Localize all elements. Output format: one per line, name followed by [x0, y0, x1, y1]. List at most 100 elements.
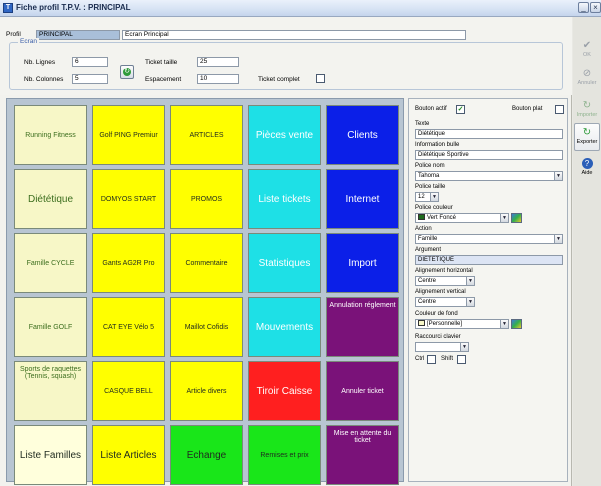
apply-grid-button[interactable]: ↻: [120, 65, 134, 79]
title-bar: T Fiche profil T.P.V. : PRINCIPAL _ ×: [0, 0, 601, 17]
tile-button[interactable]: Commentaire: [170, 233, 243, 293]
tile-button[interactable]: Echange: [170, 425, 243, 485]
tile-label: Golf PING Premiur: [99, 131, 158, 139]
tile-label: Mise en attente du ticket: [333, 430, 392, 444]
tile-label: Liste Familles: [19, 449, 82, 461]
tile-button[interactable]: Mouvements: [248, 297, 321, 357]
ticket-complet-checkbox[interactable]: [316, 74, 325, 83]
app-icon: T: [3, 3, 13, 13]
tile-button[interactable]: Sports de raquettes (Tennis, squash): [14, 361, 87, 421]
tile-label: Internet: [345, 193, 380, 205]
police-nom-label: Police nom: [415, 163, 445, 169]
bouton-actif-checkbox[interactable]: ✓: [456, 105, 465, 114]
info-bulle-field[interactable]: Diététique Sportive: [415, 150, 563, 160]
color-picker-icon[interactable]: [511, 213, 522, 223]
minimize-button[interactable]: _: [578, 2, 589, 13]
profil-label: Profil: [6, 31, 21, 38]
tile-label: Diététique: [27, 193, 74, 205]
nb-colonnes-label: Nb. Colonnes: [24, 76, 64, 83]
tile-button[interactable]: Mise en attente du ticket: [326, 425, 399, 485]
tile-button[interactable]: CASQUE BELL: [92, 361, 165, 421]
nb-lignes-field[interactable]: 6: [72, 57, 108, 67]
tile-button[interactable]: Statistiques: [248, 233, 321, 293]
police-couleur-label: Police couleur: [415, 205, 453, 211]
tile-label: CASQUE BELL: [104, 387, 153, 395]
ok-button[interactable]: ✔ OK: [574, 37, 600, 65]
tile-button[interactable]: Internet: [326, 169, 399, 229]
align-h-value: Centre: [418, 278, 437, 284]
nb-colonnes-field[interactable]: 5: [72, 74, 108, 84]
couleur-fond-select[interactable]: [Personnelle] ▼: [415, 319, 509, 329]
tile-button[interactable]: PROMOS: [170, 169, 243, 229]
profil-code-field[interactable]: PRINCIPAL: [36, 30, 120, 40]
tile-label: Running Fitness: [25, 131, 76, 139]
texte-field[interactable]: Diététique: [415, 129, 563, 139]
police-couleur-select[interactable]: Vert Foncé ▼: [415, 213, 509, 223]
profil-name-field[interactable]: Ecran Principal: [122, 30, 466, 40]
tile-label: Annuler ticket: [341, 387, 384, 395]
align-h-label: Alignement horizontal: [415, 268, 473, 274]
check-icon: ✔: [582, 40, 592, 51]
espacement-field[interactable]: 10: [197, 74, 239, 84]
ticket-taille-label: Ticket taille: [145, 59, 178, 66]
tile-button[interactable]: Annulation réglement: [326, 297, 399, 357]
tile-button[interactable]: CAT EYE Vélo 5: [92, 297, 165, 357]
ctrl-checkbox[interactable]: [427, 355, 436, 364]
couleur-fond-label: Couleur de fond: [415, 311, 458, 317]
tile-button[interactable]: Clients: [326, 105, 399, 165]
color-swatch: [418, 320, 425, 326]
importer-label: Importer: [576, 112, 598, 118]
shift-checkbox[interactable]: [457, 355, 466, 364]
action-select[interactable]: Famille ▼: [415, 234, 563, 244]
raccourci-select[interactable]: ▼: [415, 342, 469, 352]
color-picker-icon[interactable]: [511, 319, 522, 329]
annuler-button[interactable]: ⊘ Annuler: [574, 65, 600, 93]
police-taille-select[interactable]: 12 ▼: [415, 192, 439, 202]
refresh-icon: ↻: [123, 68, 131, 76]
chevron-down-icon: ▼: [466, 298, 474, 306]
argument-field[interactable]: DIETETIQUE: [415, 255, 563, 265]
raccourci-label: Raccourci clavier: [415, 334, 461, 340]
ticket-taille-field[interactable]: 25: [197, 57, 239, 67]
tile-button[interactable]: Pièces vente: [248, 105, 321, 165]
bouton-plat-checkbox[interactable]: [555, 105, 564, 114]
tile-button[interactable]: Famille CYCLE: [14, 233, 87, 293]
action-value: Famille: [418, 236, 438, 242]
tile-button[interactable]: Diététique: [14, 169, 87, 229]
tile-button[interactable]: Famille GOLF: [14, 297, 87, 357]
tile-button[interactable]: Article divers: [170, 361, 243, 421]
align-v-value: Centre: [418, 299, 437, 305]
align-h-select[interactable]: Centre ▼: [415, 276, 475, 286]
tile-label: Clients: [347, 129, 378, 141]
chevron-down-icon: ▼: [460, 343, 468, 351]
close-button[interactable]: ×: [590, 2, 601, 13]
tile-button[interactable]: Running Fitness: [14, 105, 87, 165]
align-v-select[interactable]: Centre ▼: [415, 297, 475, 307]
tile-button[interactable]: Golf PING Premiur: [92, 105, 165, 165]
tile-button[interactable]: Remises et prix: [248, 425, 321, 485]
export-icon: ↻: [582, 127, 592, 138]
police-nom-select[interactable]: Tahoma ▼: [415, 171, 563, 181]
tile-button[interactable]: DOMYOS START: [92, 169, 165, 229]
tile-button[interactable]: Gants AG2R Pro: [92, 233, 165, 293]
tile-button[interactable]: Liste Articles: [92, 425, 165, 485]
tile-label: Annulation réglement: [329, 302, 396, 309]
ecran-legend: Ecran: [18, 38, 39, 45]
tile-button[interactable]: Annuler ticket: [326, 361, 399, 421]
tile-button[interactable]: Import: [326, 233, 399, 293]
police-taille-label: Police taille: [415, 184, 446, 190]
tile-label: Liste tickets: [258, 193, 311, 205]
tile-label: Import: [348, 257, 377, 269]
tile-button[interactable]: Maillot Cofidis: [170, 297, 243, 357]
nb-lignes-label: Nb. Lignes: [24, 59, 56, 66]
window-title: Fiche profil T.P.V. : PRINCIPAL: [16, 3, 131, 12]
aide-button[interactable]: ? Aide: [574, 155, 600, 183]
importer-button[interactable]: ↻ Importer: [574, 97, 600, 125]
tile-button[interactable]: Liste tickets: [248, 169, 321, 229]
exporter-button[interactable]: ↻ Exporter: [574, 123, 600, 151]
info-bulle-label: Information bulle: [415, 142, 460, 148]
tile-button[interactable]: ARTICLES: [170, 105, 243, 165]
tile-label: Mouvements: [255, 321, 314, 333]
tile-button[interactable]: Tiroir Caisse: [248, 361, 321, 421]
tile-button[interactable]: Liste Familles: [14, 425, 87, 485]
